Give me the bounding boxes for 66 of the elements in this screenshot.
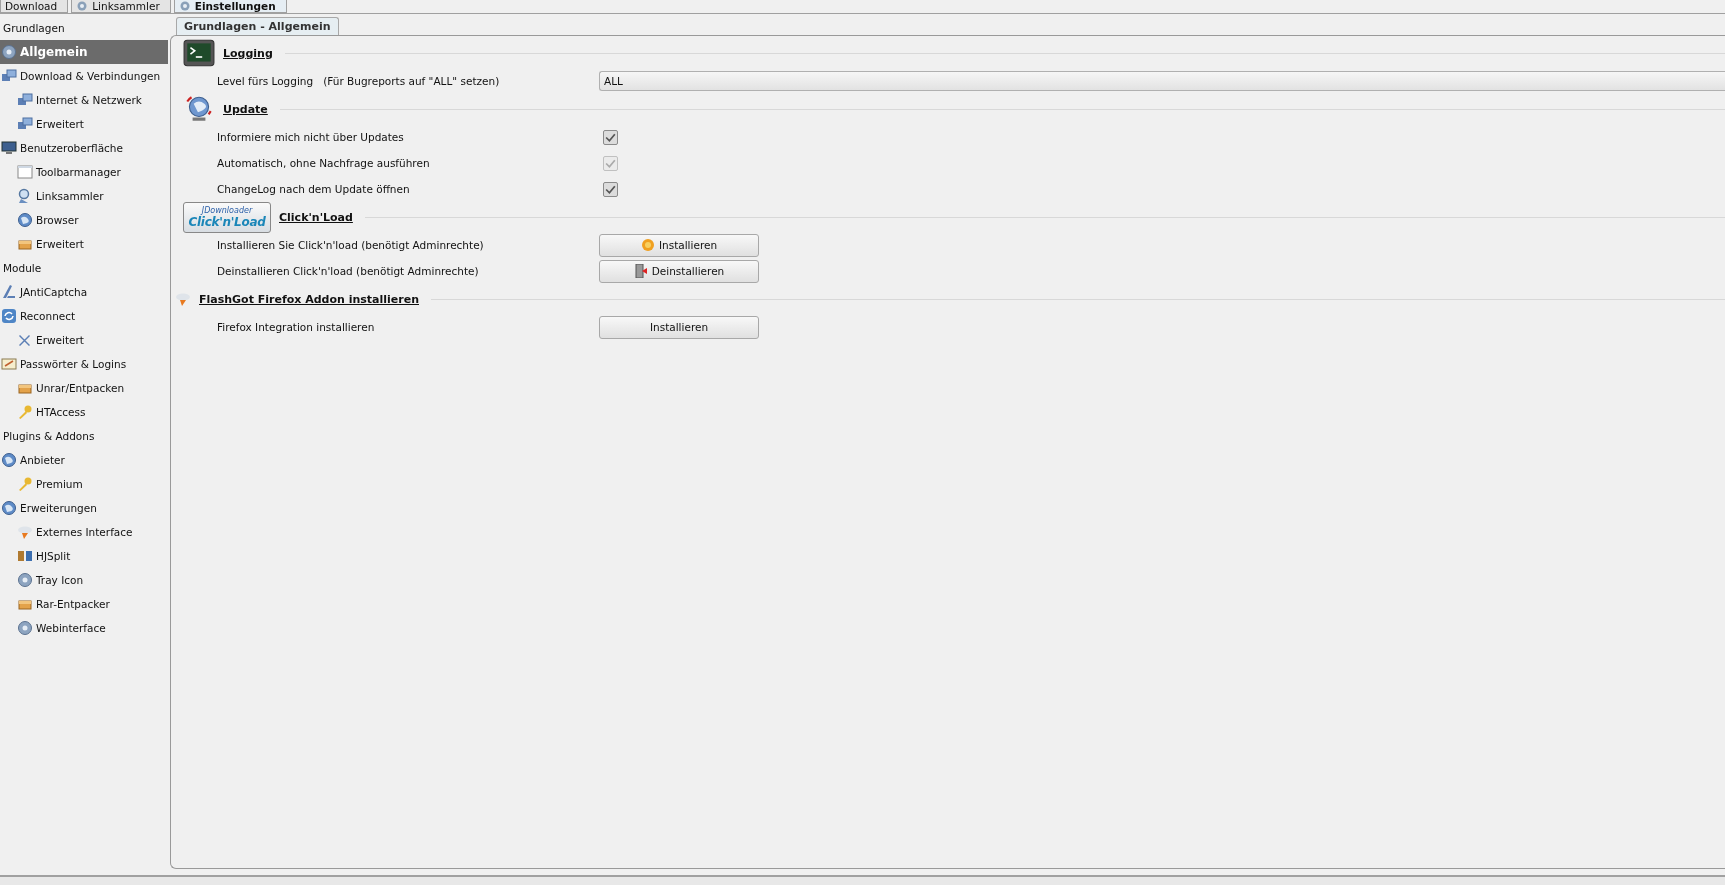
setting-label: Installieren Sie Click'n'load (benötigt Adminrechte) [217, 239, 485, 251]
globe-icon [1, 500, 17, 516]
sidebar-item[interactable]: Erweitert [0, 112, 168, 136]
sidebar-item[interactable]: JAntiCaptcha [0, 280, 168, 304]
sidebar-item[interactable]: Unrar/Entpacken [0, 376, 168, 400]
sidebar-item[interactable]: HJSplit [0, 544, 168, 568]
setting-label: Level fürs Logging (Für Bugreports auf "ALL" setzen) [217, 75, 501, 87]
sidebar-item[interactable]: HTAccess [0, 400, 168, 424]
setting-label: Automatisch, ohne Nachfrage ausführen [217, 157, 431, 169]
level-dropdown[interactable]: ALL [599, 71, 1725, 91]
globe-icon [1, 452, 17, 468]
section-title: Update [223, 102, 268, 116]
checkbox[interactable] [603, 181, 618, 197]
sidebar-item[interactable]: Premium [0, 472, 168, 496]
sidebar-heading: Plugins & Addons [2, 429, 96, 444]
sidebar-item[interactable]: Browser [0, 208, 168, 232]
setting-label: ChangeLog nach dem Update öffnen [217, 183, 411, 195]
logo-caption: JDownloader [201, 205, 253, 215]
terminal-icon [183, 39, 215, 67]
sidebar-item[interactable]: Benutzeroberfläche [0, 136, 168, 160]
sidebar-item[interactable]: Allgemein [0, 40, 168, 64]
sidebar-item[interactable]: Erweitert [0, 232, 168, 256]
sidebar-item[interactable]: Externes Interface [0, 520, 168, 544]
section-title: FlashGot Firefox Addon installieren [199, 292, 419, 306]
sidebar-heading: Module [2, 261, 43, 276]
door-icon [633, 264, 648, 278]
sidebar-item[interactable]: Reconnect [0, 304, 168, 328]
section-title: Click'n'Load [279, 210, 353, 224]
globe-icon [17, 212, 33, 228]
network-icon [17, 116, 33, 132]
sidebar-item[interactable]: Webinterface [0, 616, 168, 640]
checkbox[interactable] [603, 129, 618, 145]
sidebar-item[interactable]: Erweiterungen [0, 496, 168, 520]
sidebar-item[interactable]: Erweitert [0, 328, 168, 352]
sidebar-item[interactable]: Passwörter & Logins [0, 352, 168, 376]
setting-label: Deinstallieren Click'n'load (benötigt Adminrechte) [217, 265, 480, 277]
sidebar-item[interactable]: Anbieter [0, 448, 168, 472]
sidebar-item[interactable]: Internet & Netzwerk [0, 88, 168, 112]
sidebar-item[interactable]: Linksammler [0, 184, 168, 208]
monitor-icon [1, 140, 17, 156]
setting-label: Firefox Integration installieren [217, 321, 376, 333]
sidebar-item[interactable]: Tray Icon [0, 568, 168, 592]
refresh-icon [1, 308, 17, 324]
top-tab[interactable]: Linksammler [71, 0, 171, 13]
cloud-icon [17, 524, 33, 540]
install-button[interactable]: Deinstallieren [599, 259, 759, 283]
top-tab[interactable]: Download [0, 0, 69, 13]
content-tab[interactable]: Grundlagen - Allgemein [176, 17, 339, 35]
logo-wordmark: Click'n'Load [188, 214, 266, 229]
sidebar-heading: Grundlagen [2, 21, 66, 36]
cloud-icon [175, 291, 191, 307]
section-title: Logging [223, 46, 273, 60]
install-button[interactable]: Installieren [599, 315, 759, 339]
window-icon [17, 164, 33, 180]
network-icon [17, 92, 33, 108]
setting-label: Informiere mich nicht über Updates [217, 131, 405, 143]
key-icon [17, 404, 33, 420]
sidebar-item[interactable]: Download & Verbindungen [0, 64, 168, 88]
install-button[interactable]: Installieren [599, 233, 759, 257]
sidebar-item[interactable]: Rar-Entpacker [0, 592, 168, 616]
sidebar-item[interactable]: Toolbarmanager [0, 160, 168, 184]
key-icon [17, 476, 33, 492]
top-tab[interactable]: Einstellungen [173, 0, 287, 13]
split-icon [17, 548, 33, 564]
notepad-icon [1, 356, 17, 372]
network-icon [1, 68, 17, 84]
